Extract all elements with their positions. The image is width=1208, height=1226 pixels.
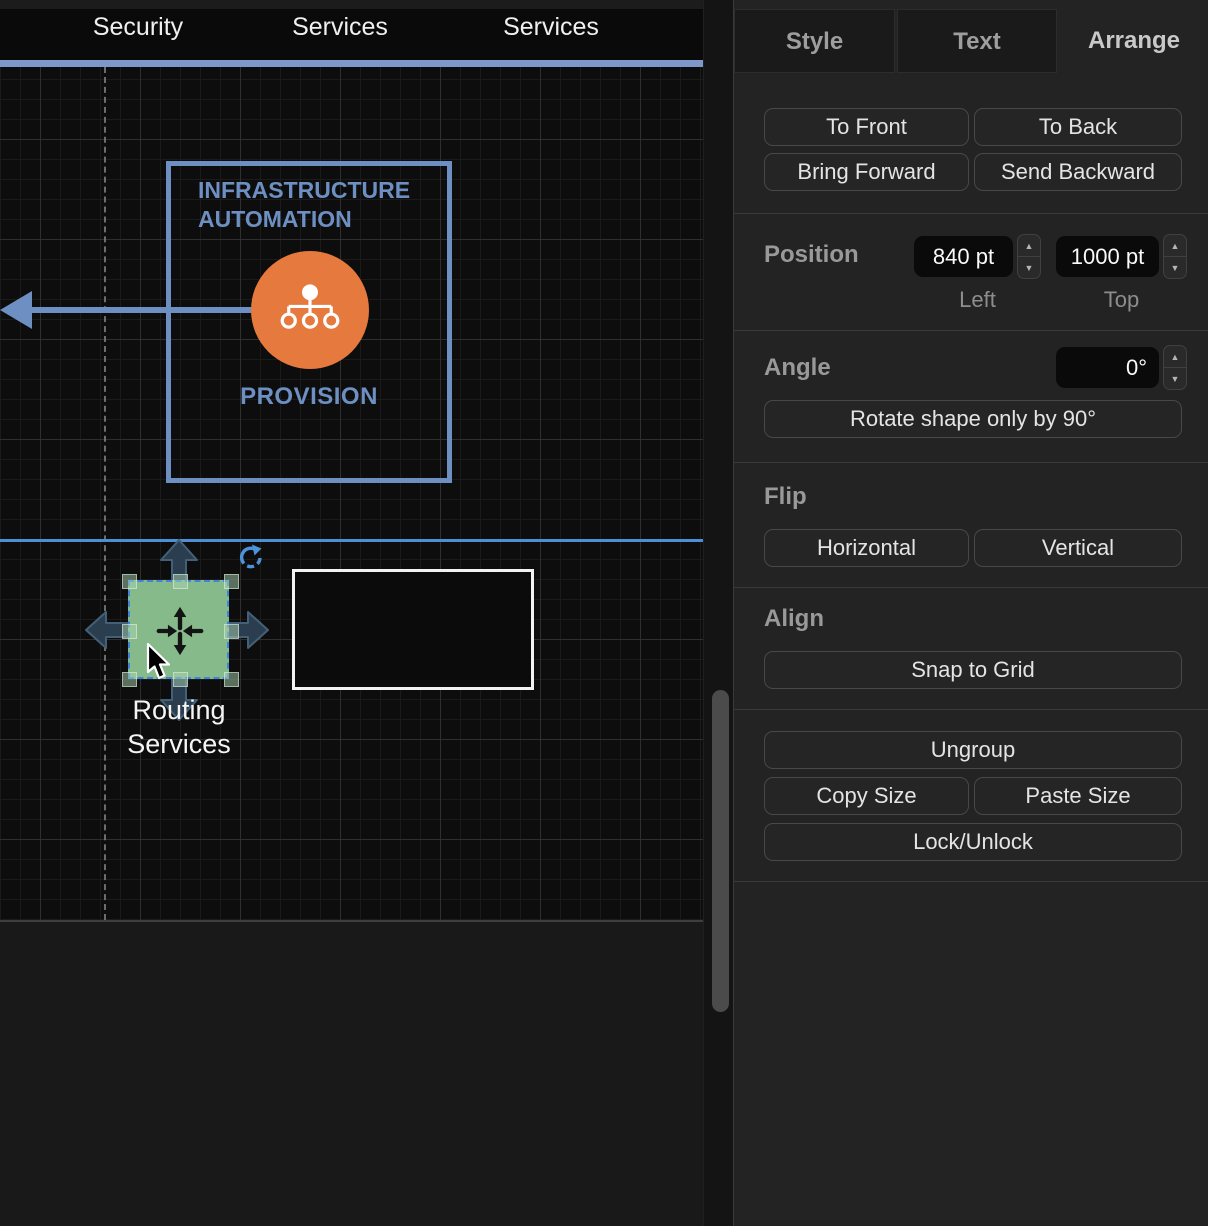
section-divider (734, 213, 1208, 214)
tab-text[interactable]: Text (897, 9, 1057, 73)
angle-header: Angle (764, 354, 831, 382)
vertical-guide-line (104, 67, 106, 920)
position-top-input[interactable] (1056, 236, 1159, 277)
vertical-scrollbar-track (703, 0, 734, 1226)
top-hairline (0, 0, 703, 9)
tab-arrange[interactable]: Arrange (1059, 9, 1208, 73)
section-divider (734, 881, 1208, 882)
section-divider (734, 587, 1208, 588)
stepper-down-icon[interactable]: ▼ (1164, 368, 1186, 389)
arrowhead-left-icon (0, 291, 32, 329)
stepper-down-icon[interactable]: ▼ (1018, 257, 1040, 278)
resize-handle-left[interactable] (122, 624, 137, 639)
drawing-page-grid: INFRASTRUCTURE AUTOMATION PROVISION (0, 67, 703, 922)
lock-unlock-button[interactable]: Lock/Unlock (764, 823, 1182, 861)
flip-horizontal-button[interactable]: Horizontal (764, 529, 969, 567)
to-front-button[interactable]: To Front (764, 108, 969, 146)
format-panel: Style Text Arrange To Front To Back Brin… (733, 0, 1208, 1226)
resize-handle-bottom-right[interactable] (224, 672, 239, 687)
to-back-button[interactable]: To Back (974, 108, 1182, 146)
stepper-up-icon[interactable]: ▲ (1018, 235, 1040, 257)
angle-input[interactable] (1056, 347, 1159, 388)
provision-shape[interactable] (251, 251, 369, 369)
container-title: INFRASTRUCTURE AUTOMATION (171, 166, 447, 234)
flip-vertical-button[interactable]: Vertical (974, 529, 1182, 567)
position-left-caption: Left (914, 287, 1041, 313)
selected-routing-services-shape[interactable] (128, 580, 229, 679)
position-left-input[interactable] (914, 236, 1013, 277)
page-tab-services-1[interactable]: Services (255, 13, 425, 42)
ungroup-button[interactable]: Ungroup (764, 731, 1182, 769)
section-divider (734, 462, 1208, 463)
resize-handle-top[interactable] (173, 574, 188, 589)
section-divider (734, 709, 1208, 710)
active-tab-indicator-bar (0, 60, 703, 67)
provision-shape-label: PROVISION (166, 383, 452, 411)
position-top-caption: Top (1056, 287, 1187, 313)
empty-rectangle-shape[interactable] (292, 569, 534, 690)
page-tab-bar: Security Services Services (0, 9, 703, 60)
vertical-scrollbar-thumb[interactable] (712, 690, 729, 1012)
rotate-handle-icon[interactable] (236, 544, 264, 572)
resize-handle-bottom-left[interactable] (122, 672, 137, 687)
stepper-up-icon[interactable]: ▲ (1164, 346, 1186, 368)
copy-size-button[interactable]: Copy Size (764, 777, 969, 815)
stepper-down-icon[interactable]: ▼ (1164, 257, 1186, 278)
page-tab-security[interactable]: Security (53, 13, 223, 42)
flip-header: Flip (764, 483, 807, 511)
diagram-canvas-area: Security Services Services INFRASTRUCTUR… (0, 0, 703, 1226)
angle-stepper: ▲ ▼ (1163, 345, 1187, 390)
selected-shape-label: Routing Services (103, 693, 255, 761)
resize-handle-top-right[interactable] (224, 574, 239, 589)
position-header: Position (764, 241, 859, 269)
position-top-stepper: ▲ ▼ (1163, 234, 1187, 279)
send-backward-button[interactable]: Send Backward (974, 153, 1182, 191)
tab-style[interactable]: Style (734, 9, 895, 73)
paste-size-button[interactable]: Paste Size (974, 777, 1182, 815)
org-chart-icon (279, 284, 341, 336)
rotate-90-button[interactable]: Rotate shape only by 90° (764, 400, 1182, 438)
section-divider (734, 330, 1208, 331)
resize-handle-top-left[interactable] (122, 574, 137, 589)
mouse-cursor-icon (146, 643, 172, 681)
page-tab-services-2[interactable]: Services (466, 13, 636, 42)
bring-forward-button[interactable]: Bring Forward (764, 153, 969, 191)
position-left-stepper: ▲ ▼ (1017, 234, 1041, 279)
resize-handle-bottom[interactable] (173, 672, 188, 687)
resize-handle-right[interactable] (224, 624, 239, 639)
stepper-up-icon[interactable]: ▲ (1164, 235, 1186, 257)
snap-to-grid-button[interactable]: Snap to Grid (764, 651, 1182, 689)
align-header: Align (764, 605, 824, 633)
lane-boundary-line[interactable] (0, 539, 703, 542)
